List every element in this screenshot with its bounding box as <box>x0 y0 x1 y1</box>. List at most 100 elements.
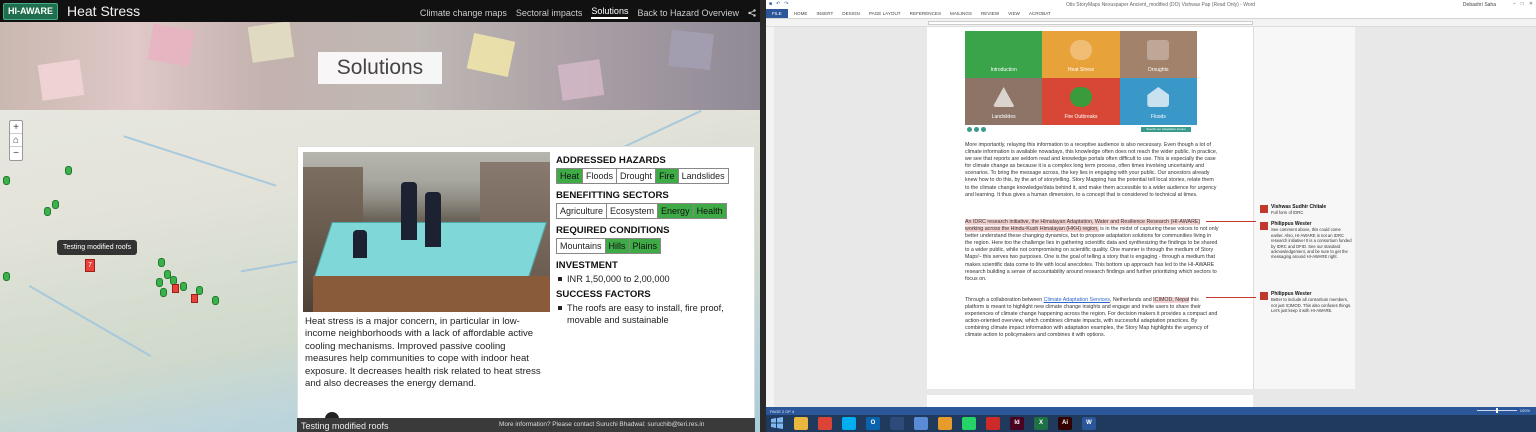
paragraph-3-text: Through a collaboration between <box>965 297 1044 303</box>
facebook-icon[interactable] <box>967 127 972 132</box>
comment-connector <box>1206 221 1256 222</box>
paragraph-3-text: this platform is meant to highlight new … <box>965 297 1218 339</box>
acrobat-icon[interactable] <box>986 417 1000 430</box>
tab-references[interactable]: REFERENCES <box>910 11 941 16</box>
indesign-icon[interactable]: Id <box>1010 417 1024 430</box>
tab-insert[interactable]: INSERT <box>816 11 833 16</box>
zoom-out-button[interactable]: − <box>10 147 22 160</box>
panel-details: ADDRESSED HAZARDS Heat Floods Drought Fire L… <box>556 152 752 326</box>
paragraph-1[interactable]: More importantly, relaying this informat… <box>965 142 1219 199</box>
tab-page-layout[interactable]: PAGE LAYOUT <box>869 11 901 16</box>
nav-climate-change-maps[interactable]: Climate change maps <box>420 8 507 18</box>
close-icon[interactable]: ✕ <box>1529 1 1533 7</box>
undo-icon[interactable]: ↶ <box>776 1 780 7</box>
sector-tags: Agriculture Ecosystem Energy Health <box>556 203 727 219</box>
paragraph-3[interactable]: Through a collaboration between Climate … <box>965 297 1219 340</box>
whatsapp-icon[interactable] <box>962 417 976 430</box>
storymap-title: Heat Stress <box>67 3 141 19</box>
condition-tag-hills: Hills <box>605 239 630 253</box>
tile-heat-stress: Heat Stress <box>1042 31 1120 78</box>
comment[interactable]: Philippus Wester Better to include all co… <box>1260 291 1353 314</box>
word-window: ■ ↶ ↷ Otis StoryMaps Nexuspaper Ancient_… <box>766 0 1536 432</box>
required-conditions-title: REQUIRED CONDITIONS <box>556 225 670 236</box>
sticky-note <box>668 29 714 71</box>
comment[interactable]: Vishwas Sudhir Chitale Full form of IDRC <box>1260 204 1353 216</box>
sticky-note <box>466 33 516 77</box>
hi-aware-logo[interactable]: HI-AWARE <box>3 3 58 20</box>
illustrator-icon[interactable]: Ai <box>1058 417 1072 430</box>
map-pin[interactable] <box>160 288 167 297</box>
map-pin[interactable] <box>156 278 163 287</box>
map-pin[interactable] <box>212 296 219 305</box>
tab-design[interactable]: DESIGN <box>842 11 860 16</box>
tab-view[interactable]: VIEW <box>1008 11 1020 16</box>
excel-icon[interactable]: X <box>1034 417 1048 430</box>
zoom-slider-thumb[interactable] <box>1495 408 1498 413</box>
windows-icon[interactable] <box>770 417 784 430</box>
twitter-icon[interactable] <box>974 127 979 132</box>
page-count[interactable]: PAGE 2 OF 4 <box>770 409 794 414</box>
map-pin[interactable] <box>3 176 10 185</box>
river <box>123 135 277 187</box>
map-pin[interactable] <box>65 166 72 175</box>
sector-tag-energy: Energy <box>658 204 694 218</box>
map-pin[interactable] <box>3 272 10 281</box>
footer-contact[interactable]: More information? Please contact Suruchi… <box>499 421 704 428</box>
nav-back-to-hazard-overview[interactable]: Back to Hazard Overview <box>637 8 739 18</box>
climate-adaptation-services-link[interactable]: Climate Adaptation Services <box>1044 297 1110 303</box>
highlighted-comment-text[interactable]: ICIMOD, Nepal <box>1153 297 1190 303</box>
map-pin[interactable] <box>158 258 165 267</box>
storymap-footer: Testing modified roofs More information?… <box>297 418 755 432</box>
zoom-in-button[interactable]: + <box>10 121 22 134</box>
tab-file[interactable]: FILE <box>766 9 788 18</box>
tile-share-icons <box>967 127 986 132</box>
tree-icon <box>1069 87 1092 107</box>
comment-body: See comment above, this could come earli… <box>1271 227 1352 260</box>
ruler-margin[interactable] <box>928 21 1253 25</box>
document-page[interactable]: Introduction Heat Stress Droughts Landsl… <box>927 27 1253 389</box>
arcgis-icon[interactable] <box>890 417 904 430</box>
photo-person <box>425 192 441 247</box>
save-icon[interactable]: ■ <box>769 1 772 7</box>
signed-in-user[interactable]: Debashri Saha <box>1463 2 1496 8</box>
settings-icon[interactable] <box>914 417 928 430</box>
skype-icon[interactable] <box>842 417 856 430</box>
success-factors-value: The roofs are easy to install, fire proo… <box>556 302 752 326</box>
tile-label: Heat Stress <box>1067 67 1095 73</box>
word-icon[interactable]: W <box>1082 417 1096 430</box>
tab-review[interactable]: REVIEW <box>981 11 999 16</box>
paragraph-2[interactable]: An IDRC research initiative, the Himalay… <box>965 219 1219 283</box>
map-pin-highlighted[interactable] <box>172 284 179 293</box>
outlook-icon[interactable]: O <box>866 417 880 430</box>
tile-floods: Floods <box>1119 78 1197 125</box>
chrome-icon[interactable] <box>818 417 832 430</box>
tile-label: Introduction <box>990 67 1017 73</box>
minimize-icon[interactable]: – <box>1513 1 1516 7</box>
map-pin[interactable] <box>180 282 187 291</box>
tile-landslides: Landslides <box>965 78 1043 125</box>
zoom-level[interactable]: 100% <box>1520 408 1530 413</box>
link-icon[interactable] <box>981 127 986 132</box>
tab-mailings[interactable]: MAILINGS <box>950 11 972 16</box>
picasa-icon[interactable] <box>938 417 952 430</box>
tab-acrobat[interactable]: ACROBAT <box>1029 11 1051 16</box>
investment-value: INR 1,50,000 to 2,00,000 <box>556 273 752 285</box>
maximize-icon[interactable]: □ <box>1521 1 1524 7</box>
map-pin-selected[interactable]: 7 <box>85 259 95 272</box>
map-pin[interactable] <box>44 207 51 216</box>
nav-solutions[interactable]: Solutions <box>591 6 629 19</box>
share-icon[interactable] <box>748 8 756 17</box>
map-pin-highlighted[interactable] <box>191 294 198 303</box>
explorer-icon[interactable] <box>794 417 808 430</box>
home-button[interactable]: ⌂ <box>10 134 22 147</box>
zoom-slider[interactable] <box>1476 408 1517 413</box>
hazard-tags: Heat Floods Drought Fire Landslides <box>556 168 729 184</box>
comment[interactable]: Philippus Wester See comment above, this … <box>1260 221 1353 260</box>
map-pin[interactable] <box>52 200 59 209</box>
hazard-tag-heat: Heat <box>557 169 584 183</box>
storymap-header: HI-AWARE Heat Stress Climate change maps… <box>0 0 760 22</box>
search-stories-button[interactable]: Search our adaptation stories <box>1141 127 1191 132</box>
tab-home[interactable]: HOME <box>794 11 808 16</box>
redo-icon[interactable]: ↷ <box>784 1 788 7</box>
nav-sectoral-impacts[interactable]: Sectoral impacts <box>516 8 583 18</box>
